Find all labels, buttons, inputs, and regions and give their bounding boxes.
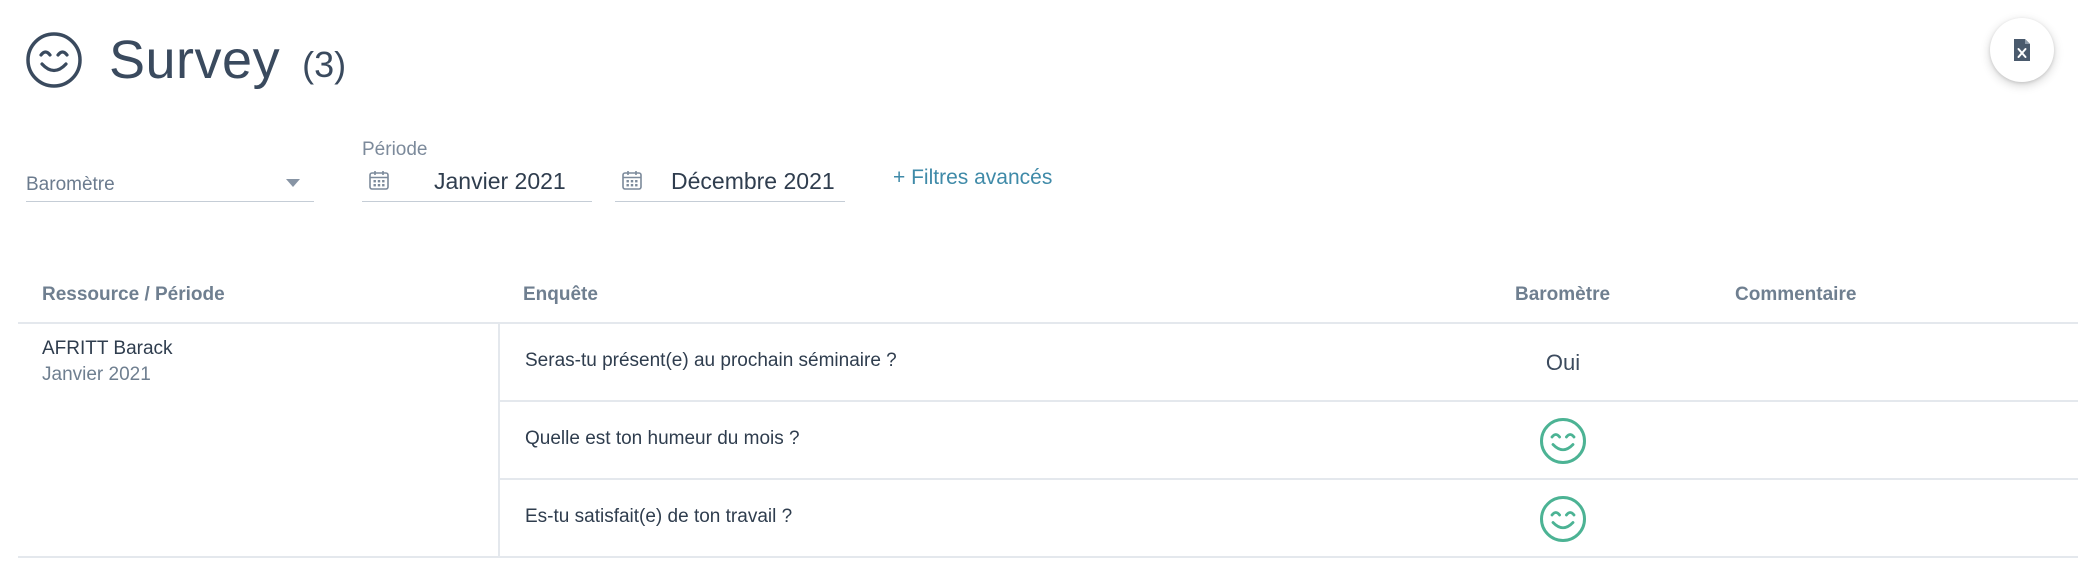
- barometer-select[interactable]: Baromètre: [26, 160, 314, 202]
- answer-text: Oui: [1545, 350, 1581, 375]
- table-row[interactable]: Quelle est ton humeur du mois ?: [500, 402, 2078, 480]
- period-label: Période: [362, 139, 428, 160]
- resource-period: Janvier 2021: [42, 364, 151, 385]
- column-header-barometer[interactable]: Baromètre: [1515, 284, 1610, 306]
- period-end-value: Décembre 2021: [671, 168, 835, 194]
- barometer-answer: Oui: [1532, 324, 1594, 402]
- barometer-select-value: Baromètre: [26, 174, 115, 195]
- table-row-group: AFRITT Barack Janvier 2021 Seras-tu prés…: [18, 324, 2078, 558]
- advanced-filters-link[interactable]: + Filtres avancés: [893, 166, 1052, 190]
- resource-name: AFRITT Barack: [42, 338, 173, 359]
- question-text: Seras-tu présent(e) au prochain séminair…: [525, 350, 897, 371]
- table-header: Ressource / Période Enquête Baromètre Co…: [18, 270, 2078, 324]
- happy-smiley-icon: [1540, 418, 1586, 464]
- page-title: Survey: [109, 30, 281, 90]
- question-text: Quelle est ton humeur du mois ?: [525, 428, 800, 449]
- column-header-comment[interactable]: Commentaire: [1735, 284, 1856, 306]
- period-end-picker[interactable]: Décembre 2021: [615, 160, 845, 202]
- smiley-icon: [26, 32, 82, 88]
- column-header-survey[interactable]: Enquête: [523, 284, 598, 306]
- calendar-icon: [622, 171, 642, 190]
- caret-down-icon: [286, 179, 300, 187]
- table-row[interactable]: Seras-tu présent(e) au prochain séminair…: [500, 324, 2078, 402]
- survey-table: Ressource / Période Enquête Baromètre Co…: [18, 270, 2078, 558]
- page-header: Survey (3): [25, 24, 346, 96]
- barometer-answer: [1532, 402, 1594, 480]
- resource-cell: AFRITT Barack Janvier 2021: [18, 324, 500, 556]
- calendar-icon: [369, 171, 389, 190]
- table-row[interactable]: Es-tu satisfait(e) de ton travail ?: [500, 480, 2078, 558]
- excel-file-icon: [2014, 39, 2030, 61]
- column-header-resource[interactable]: Ressource / Période: [42, 284, 225, 306]
- result-count: (3): [302, 44, 347, 85]
- period-start-value: Janvier 2021: [434, 168, 566, 194]
- happy-smiley-icon: [1540, 496, 1586, 542]
- question-text: Es-tu satisfait(e) de ton travail ?: [525, 506, 793, 527]
- export-excel-button[interactable]: [1990, 18, 2054, 82]
- period-start-picker[interactable]: Janvier 2021: [362, 160, 592, 202]
- barometer-answer: [1532, 480, 1594, 558]
